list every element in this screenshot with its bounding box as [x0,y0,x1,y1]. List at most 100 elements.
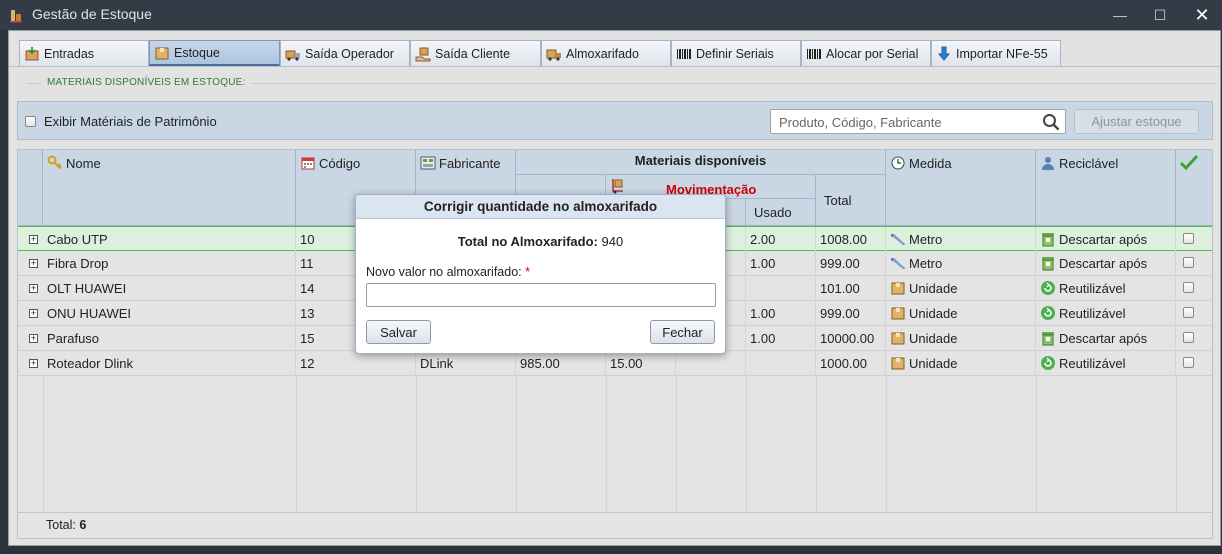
cell-reciclavel: Reutilizável [1036,301,1176,325]
cell-reciclavel-text: Descartar após [1059,331,1148,346]
cell-medida: Unidade [886,326,1036,350]
recycle-icon [1041,306,1055,320]
column-divider [296,376,297,512]
tab-almoxarifado[interactable]: Almoxarifado [541,40,671,66]
box-icon [891,357,905,370]
cell-movimentacao: 15.00 [606,351,676,375]
expand-row-icon[interactable]: + [29,235,38,244]
header-select-all[interactable] [1176,150,1212,225]
cell-nome: OLT HUAWEI [43,276,296,300]
cell-usado [746,276,816,300]
adjust-stock-button[interactable]: Ajustar estoque [1074,109,1199,134]
cell-codigo-text: 10 [300,232,315,247]
save-button[interactable]: Salvar [366,320,431,344]
cell-codigo-text: 15 [300,331,315,346]
header-usado: Usado [746,198,816,225]
header-reciclavel[interactable]: Reciclável [1036,150,1176,225]
cell-reciclavel-text: Descartar após [1059,232,1148,247]
tab-entradas[interactable]: Entradas [19,40,149,66]
row-select-checkbox[interactable] [1183,357,1194,368]
cell-total-text: 999.00 [820,306,860,321]
cell-movimentacao-text: 15.00 [610,356,643,371]
cell-fabricante: DLink [416,351,516,375]
cell-codigo-text: 14 [300,281,315,296]
tab-alocar-serial[interactable]: Alocar por Serial [801,40,931,66]
checkmark-icon [1180,154,1198,170]
table-row[interactable]: + Roteador Dlink 12 DLink 985.00 15.00 1000.00… [18,351,1212,376]
expand-row-icon[interactable]: + [29,309,38,318]
header-nome[interactable]: Nome [43,150,296,225]
expand-row-icon[interactable]: + [29,259,38,268]
cell-total: 999.00 [816,301,886,325]
header-expand-col [18,150,43,225]
search-icon[interactable] [1042,113,1060,131]
user-icon [1042,157,1054,170]
key-icon [47,155,62,170]
row-select-checkbox[interactable] [1183,307,1194,318]
required-mark: * [525,265,530,279]
factory-icon [420,156,436,170]
recycle-icon [1041,281,1055,295]
cell-total: 101.00 [816,276,886,300]
column-divider [1176,376,1177,512]
tab-saida-operador[interactable]: Saída Operador [280,40,410,66]
barcode-icon [807,48,821,59]
cell-reciclavel-text: Reutilizável [1059,306,1126,321]
header-medida[interactable]: Medida [886,150,1036,225]
column-divider [606,376,607,512]
cell-reciclavel-text: Reutilizável [1059,356,1126,371]
cell-medida-text: Metro [909,232,943,247]
dialog-title: Corrigir quantidade no almoxarifado [356,195,725,219]
cell-nome: ONU HUAWEI [43,301,296,325]
arrow-down-icon [937,46,951,61]
header-codigo-label: Código [319,156,361,171]
expand-row-icon[interactable]: + [29,359,38,368]
cell-usado-text: 1.00 [750,256,776,271]
maximize-button[interactable]: ☐ [1150,5,1170,25]
cell-medida: Metro [886,251,1036,275]
expand-row-icon[interactable]: + [29,334,38,343]
filter-bar: Exibir Matériais de Patrimônio Ajustar e… [17,101,1213,140]
tab-saida-cliente[interactable]: Saída Cliente [410,40,541,66]
header-medida-label: Medida [909,156,952,171]
tab-label: Almoxarifado [566,46,639,61]
tab-definir-seriais[interactable]: Definir Seriais [671,40,801,66]
grid-footer: Total: 6 [18,512,1212,538]
cell-usado-text: 2.00 [750,232,776,247]
ruler-icon [891,258,905,269]
cell-usado: 2.00 [746,227,816,251]
new-value-input[interactable] [366,283,716,307]
box-in-icon [25,46,39,60]
row-select-checkbox[interactable] [1183,282,1194,293]
cell-nome-text: Parafuso [47,331,100,346]
search-input[interactable] [779,113,1029,131]
expand-row-icon[interactable]: + [29,284,38,293]
cell-disponivel-text: 985.00 [520,356,560,371]
section-legend: MATERIAIS DISPONÍVEIS EM ESTOQUE: [41,77,252,88]
tab-label: Saída Operador [305,46,394,61]
cell-reciclavel: Descartar após [1036,227,1176,251]
row-select-checkbox[interactable] [1183,332,1194,343]
show-patrimony-checkbox[interactable] [25,116,36,127]
total-value: 6 [79,518,87,532]
cell-reciclavel: Reutilizável [1036,276,1176,300]
ruler-icon [891,234,905,245]
new-value-label: Novo valor no almoxarifado: * [366,265,530,279]
cell-total: 999.00 [816,251,886,275]
row-select-checkbox[interactable] [1183,257,1194,268]
box-icon [891,332,905,345]
close-window-button[interactable]: ✕ [1192,5,1212,25]
trash-icon [1042,332,1054,346]
tab-estoque[interactable]: Estoque [149,40,280,66]
hand-box-icon [415,47,431,61]
row-select-checkbox[interactable] [1183,233,1194,244]
cell-total-text: 1000.00 [820,356,867,371]
cell-nome: Parafuso [43,326,296,350]
tab-label: Estoque [174,45,220,60]
minimize-button[interactable]: — [1110,5,1130,25]
truck-icon [285,50,300,61]
tab-importar-nfe[interactable]: Importar NFe-55 [931,40,1061,66]
column-divider [816,376,817,512]
box-icon [891,307,905,320]
close-dialog-button[interactable]: Fechar [650,320,715,344]
